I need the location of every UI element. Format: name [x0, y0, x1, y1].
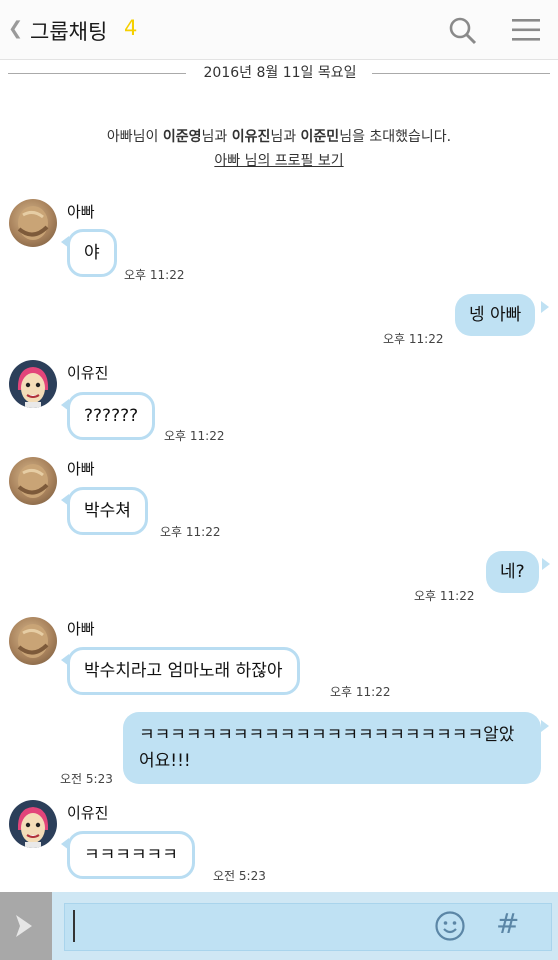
message-bubble[interactable]: ㅋㅋㅋㅋㅋㅋ — [67, 831, 195, 879]
message-time: 오후 11:22 — [330, 685, 391, 699]
notice-text: 님과 — [201, 129, 232, 145]
avatar[interactable] — [9, 617, 57, 665]
avatar[interactable] — [9, 199, 57, 247]
chat-header: ❮ 그룹채팅 4 — [0, 0, 558, 60]
expand-toggle-button[interactable] — [0, 892, 52, 960]
sender-name: 아빠 — [67, 460, 95, 478]
bubble-tail — [542, 558, 550, 570]
notice-invitee: 이준민 — [300, 129, 340, 145]
notice-text: 님을 초대했습니다. — [339, 129, 452, 145]
message-bubble[interactable]: ?????? — [67, 392, 156, 440]
menu-icon[interactable] — [512, 18, 540, 42]
profile-link[interactable]: 아빠 님의 프로필 보기 — [214, 153, 343, 169]
notice-text: 님과 — [270, 129, 301, 145]
avatar[interactable] — [9, 800, 57, 848]
message-bubble[interactable]: 박수쳐 — [67, 487, 148, 535]
chevron-right-icon — [16, 915, 32, 937]
profile-link-row: 아빠 님의 프로필 보기 — [0, 150, 558, 170]
divider-line-left — [8, 73, 186, 74]
dad-photo — [17, 464, 49, 498]
message-time: 오전 5:23 — [213, 869, 266, 883]
bubble-tail — [541, 301, 549, 313]
notice-invitee: 이유진 — [231, 129, 271, 145]
notice-inviter: 아빠 — [106, 129, 133, 145]
dad-photo — [17, 206, 49, 240]
search-icon[interactable] — [448, 16, 478, 46]
chevron-left-icon[interactable]: ❮ — [8, 18, 23, 39]
sender-name: 아빠 — [67, 203, 95, 221]
sender-name: 이유진 — [67, 804, 109, 822]
message-time: 오후 11:22 — [414, 589, 475, 603]
message-time: 오후 11:22 — [160, 525, 221, 539]
bubble-tail — [541, 720, 549, 732]
yujin-avatar-image — [17, 367, 49, 408]
invite-notice: 아빠님이 이준영님과 이유진님과 이준민님을 초대했습니다. — [0, 126, 558, 146]
message-bubble[interactable]: 네? — [486, 551, 539, 593]
message-time: 오후 11:22 — [164, 429, 225, 443]
message-bubble[interactable]: 야 — [67, 229, 117, 277]
member-count: 4 — [124, 16, 138, 40]
message-bubble[interactable]: 넹 아빠 — [455, 294, 536, 336]
message-time: 오전 5:23 — [60, 772, 113, 786]
dad-photo — [17, 624, 49, 658]
message-input[interactable] — [64, 903, 552, 951]
notice-invitee: 이준영 — [162, 129, 202, 145]
yujin-avatar-image — [17, 807, 49, 848]
sender-name: 아빠 — [67, 620, 95, 638]
date-divider: 2016년 8월 11일 목요일 — [203, 65, 357, 81]
message-time: 오후 11:22 — [124, 268, 185, 282]
message-bubble[interactable]: ㅋㅋㅋㅋㅋㅋㅋㅋㅋㅋㅋㅋㅋㅋㅋㅋㅋㅋㅋㅋㅋㅋ알았어요!!! — [123, 712, 541, 784]
message-bubble[interactable]: 박수치라고 엄마노래 하잖아 — [67, 647, 300, 695]
notice-text: 님이 — [132, 129, 163, 145]
message-time: 오후 11:22 — [383, 332, 444, 346]
text-cursor — [73, 910, 75, 942]
chat-title: 그룹채팅 — [30, 20, 108, 44]
sender-name: 이유진 — [67, 364, 109, 382]
divider-line-right — [372, 73, 550, 74]
hashtag-button[interactable]: # — [496, 907, 519, 940]
avatar[interactable] — [9, 457, 57, 505]
smiley-icon[interactable] — [434, 910, 466, 942]
avatar[interactable] — [9, 360, 57, 408]
